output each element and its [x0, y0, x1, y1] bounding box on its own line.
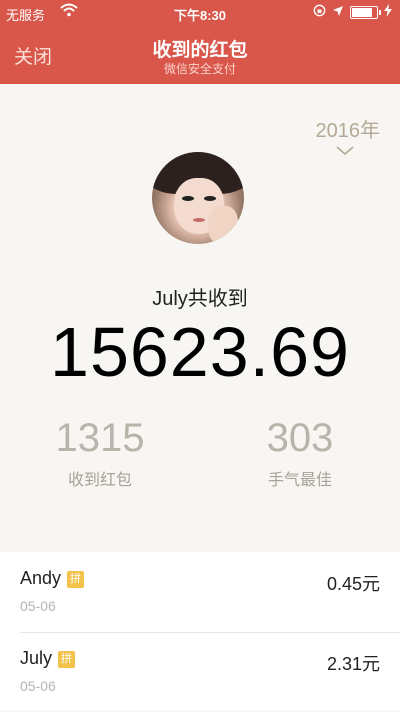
page-subtitle: 微信安全支付 — [163, 62, 236, 76]
record-date: 05-06 — [20, 598, 56, 614]
divider — [20, 632, 400, 633]
list-item[interactable]: Andy 拼 05-06 0.45元 — [0, 552, 400, 632]
stat-value: 1315 — [55, 416, 145, 460]
sender-name: July 拼 — [20, 648, 76, 669]
battery-icon — [350, 5, 381, 19]
charging-bolt-icon — [384, 4, 392, 20]
stat-label: 收到红包 — [67, 472, 132, 489]
stat-label: 手气最佳 — [267, 472, 332, 489]
group-badge-icon: 拼 — [58, 651, 76, 668]
stat-value: 303 — [266, 416, 334, 460]
lock-rotation-icon — [313, 4, 326, 20]
stat-received-count: 1315 收到红包 — [20, 416, 180, 490]
stat-best-luck: 303 手气最佳 — [220, 416, 380, 490]
record-amount: 2.31元 — [326, 654, 380, 674]
avatar — [152, 152, 244, 244]
sender-name: Andy 拼 — [20, 568, 85, 589]
group-badge-icon: 拼 — [67, 571, 85, 588]
location-arrow-icon — [332, 5, 344, 20]
red-packet-list: Andy 拼 05-06 0.45元 July 拼 05-06 2.31元 — [0, 552, 400, 710]
total-amount: 15623.69 — [50, 313, 350, 391]
total-received-label: July共收到 — [152, 288, 248, 310]
page-title: 收到的红包 — [152, 40, 248, 61]
year-selector[interactable]: 2016年 — [316, 114, 381, 143]
record-amount: 0.45元 — [326, 574, 380, 594]
list-item[interactable]: July 拼 05-06 2.31元 — [0, 632, 400, 712]
status-bar: 无服务 下午8:30 — [0, 0, 400, 26]
chevron-down-icon[interactable] — [336, 143, 354, 161]
record-date: 05-06 — [20, 678, 56, 694]
nav-bar: 关闭 收到的红包 微信安全支付 — [0, 26, 400, 84]
